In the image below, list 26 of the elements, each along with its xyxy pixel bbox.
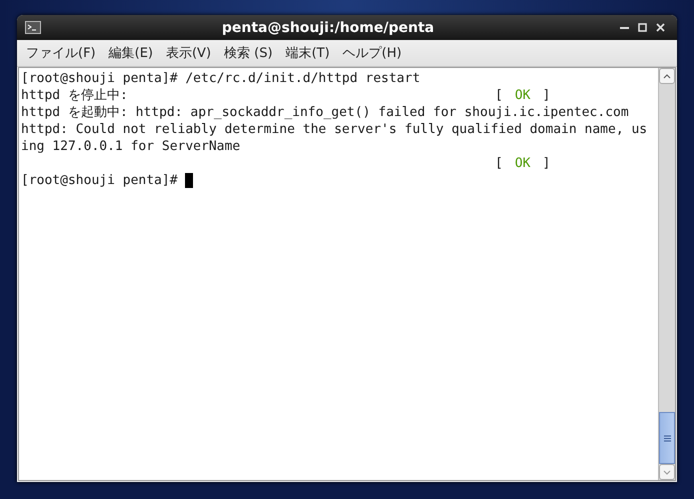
menu-item[interactable]: 端末(T) xyxy=(286,44,330,62)
terminal-line: [root@shouji penta]# /etc/rc.d/init.d/httpd restart xyxy=(21,70,420,87)
terminal-line: httpd を起動中: httpd: apr_sockaddr_info_get() failed for shouji.ic.ipentec.com xyxy=(21,104,629,121)
window-title: penta@shouji:/home/penta xyxy=(220,20,436,36)
menu-item[interactable]: 検索 (S) xyxy=(224,44,273,62)
grip-icon xyxy=(664,434,670,442)
terminal-icon xyxy=(25,21,41,34)
close-icon[interactable] xyxy=(656,23,664,32)
scroll-thumb[interactable] xyxy=(659,412,675,464)
menu-item[interactable]: ファイル(F) xyxy=(26,44,96,62)
terminal-line: httpd を停止中: xyxy=(21,87,128,104)
bracket: ] xyxy=(542,155,550,172)
terminal-line: [root@shouji penta]# xyxy=(21,172,179,189)
status-ok: OK xyxy=(514,155,530,172)
menu-item[interactable]: 表示(V) xyxy=(166,44,212,62)
bracket: [ xyxy=(495,87,503,104)
terminal-line: httpd: Could not reliably determine the server's fully qualified domain name, us xyxy=(21,121,648,138)
menu-item[interactable]: ヘルプ(H) xyxy=(342,44,402,62)
menu-item[interactable]: 編集(E) xyxy=(108,44,153,62)
maximize-icon[interactable] xyxy=(638,23,646,32)
terminal-line: ing 127.0.0.1 for ServerName xyxy=(21,138,240,155)
status-ok: OK xyxy=(514,87,530,104)
scrollbar[interactable] xyxy=(658,68,675,480)
bracket: ] xyxy=(542,87,550,104)
minimize-icon[interactable] xyxy=(620,26,628,29)
bracket: [ xyxy=(495,155,503,172)
